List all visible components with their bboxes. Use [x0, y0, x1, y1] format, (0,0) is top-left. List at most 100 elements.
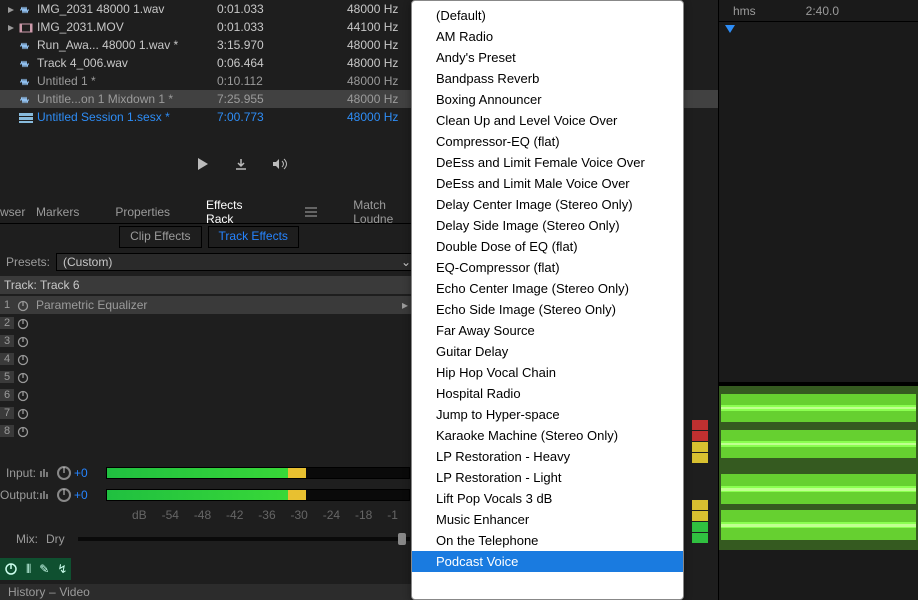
slot-power-button[interactable] [14, 298, 32, 312]
slot-number: 7 [0, 407, 14, 419]
tab-effects-rack[interactable]: Effects Rack [206, 198, 263, 226]
effect-slot[interactable]: 3▸ [0, 332, 418, 350]
preset-menu-item[interactable]: (Default) [412, 5, 683, 26]
preset-menu-item[interactable]: Compressor-EQ (flat) [412, 131, 683, 152]
preset-menu-item[interactable]: EQ-Compressor (flat) [412, 257, 683, 278]
subtab-track-effects[interactable]: Track Effects [208, 226, 299, 248]
file-type-icon [17, 2, 35, 16]
preset-menu-item[interactable]: On the Telephone [412, 530, 683, 551]
export-button[interactable] [234, 156, 250, 172]
effect-slot[interactable]: 2▸ [0, 314, 418, 332]
file-name: Untitle...on 1 Mixdown 1 * [35, 92, 217, 106]
effect-slot[interactable]: 7▸ [0, 404, 418, 422]
slot-power-button[interactable] [14, 352, 32, 366]
preset-menu-item[interactable]: Music Enhancer [412, 509, 683, 530]
preset-menu-item[interactable]: Clean Up and Level Voice Over [412, 110, 683, 131]
preset-menu-item[interactable]: Hospital Radio [412, 383, 683, 404]
input-label: Input: [0, 466, 40, 480]
slot-effect-name[interactable]: Parametric Equalizer [32, 298, 402, 312]
preset-menu-item[interactable]: LP Restoration - Light [412, 467, 683, 488]
mute-button[interactable] [272, 156, 288, 172]
presets-menu-popup[interactable]: (Default)AM RadioAndy's PresetBandpass R… [411, 0, 684, 600]
mix-label: Mix: [16, 532, 46, 546]
slot-power-button[interactable] [14, 316, 32, 330]
effect-slot[interactable]: 1Parametric Equalizer▸ [0, 296, 418, 314]
effect-slot[interactable]: 8▸ [0, 422, 418, 440]
preset-menu-item[interactable]: Echo Center Image (Stereo Only) [412, 278, 683, 299]
panel-menu-icon[interactable] [305, 205, 317, 219]
route-icon[interactable]: ↯ [57, 562, 67, 576]
ruler-tick: -18 [355, 508, 372, 522]
preset-menu-item[interactable]: Andy's Preset [412, 47, 683, 68]
file-name: Untitled Session 1.sesx * [35, 110, 217, 124]
slot-number: 2 [0, 317, 14, 329]
tab-match-loudness[interactable]: Match Loudne [353, 198, 418, 226]
slot-power-button[interactable] [14, 424, 32, 438]
input-gain-value[interactable]: +0 [74, 466, 98, 480]
effect-slot[interactable]: 4▸ [0, 350, 418, 368]
effect-slot[interactable]: 6▸ [0, 386, 418, 404]
slot-power-button[interactable] [14, 334, 32, 348]
ruler-tick: -36 [258, 508, 275, 522]
file-duration: 0:06.464 [217, 56, 347, 70]
playhead-marker[interactable] [725, 22, 735, 36]
effect-slot[interactable]: 5▸ [0, 368, 418, 386]
presets-dropdown[interactable]: (Custom) ⌄ [56, 253, 418, 271]
output-gain-knob[interactable] [56, 487, 74, 503]
slot-power-button[interactable] [14, 370, 32, 384]
bars-icon[interactable]: ⦀ [26, 562, 31, 577]
preset-menu-item[interactable]: Far Away Source [412, 320, 683, 341]
file-type-icon [17, 38, 35, 52]
play-button[interactable] [196, 156, 212, 172]
file-duration: 0:10.112 [217, 74, 347, 88]
slot-number: 4 [0, 353, 14, 365]
subtab-clip-effects[interactable]: Clip Effects [119, 226, 201, 248]
disclosure-triangle[interactable] [4, 2, 17, 16]
slot-power-button[interactable] [14, 388, 32, 402]
preset-menu-item[interactable]: DeEss and Limit Male Voice Over [412, 173, 683, 194]
slot-number: 3 [0, 335, 14, 347]
timeline-clip[interactable] [719, 466, 918, 550]
preset-menu-item[interactable]: LP Restoration - Heavy [412, 446, 683, 467]
timeline-panel[interactable]: hms 2:40.0 [718, 0, 918, 600]
rack-power-button[interactable] [4, 562, 18, 577]
peak-leds-bottom [692, 500, 708, 544]
preset-menu-item[interactable]: Echo Side Image (Stereo Only) [412, 299, 683, 320]
preset-menu-item[interactable]: Podcast Voice [412, 551, 683, 572]
mix-slider[interactable] [78, 537, 410, 541]
tab-markers[interactable]: Markers [36, 205, 79, 219]
timeline-clip[interactable] [719, 386, 918, 468]
output-gain-value[interactable]: +0 [74, 488, 98, 502]
preset-menu-item[interactable]: Karaoke Machine (Stereo Only) [412, 425, 683, 446]
file-name: IMG_2031.MOV [35, 20, 217, 34]
presets-label: Presets: [0, 255, 56, 269]
slider-handle[interactable] [398, 533, 406, 545]
tab-video[interactable]: Video [59, 585, 89, 599]
input-meter-icon [40, 466, 56, 480]
mix-dry-label: Dry [46, 532, 70, 546]
tab-history[interactable]: History [8, 585, 45, 599]
ruler-tick: -54 [162, 508, 179, 522]
file-type-icon [17, 110, 35, 124]
preset-menu-item[interactable]: Hip Hop Vocal Chain [412, 362, 683, 383]
panel-tabs: wser Markers Properties Effects Rack Mat… [0, 200, 418, 224]
timeline-ruler[interactable]: hms 2:40.0 [719, 0, 918, 22]
preset-menu-item[interactable]: Boxing Announcer [412, 89, 683, 110]
disclosure-triangle[interactable] [4, 20, 17, 34]
preset-menu-item[interactable]: Delay Side Image (Stereo Only) [412, 215, 683, 236]
preset-menu-item[interactable]: Lift Pop Vocals 3 dB [412, 488, 683, 509]
tab-properties[interactable]: Properties [115, 205, 170, 219]
file-name: Track 4_006.wav [35, 56, 217, 70]
preset-menu-item[interactable]: Double Dose of EQ (flat) [412, 236, 683, 257]
preset-menu-item[interactable]: AM Radio [412, 26, 683, 47]
edit-icon[interactable]: ✎ [39, 562, 49, 576]
input-gain-knob[interactable] [56, 465, 74, 481]
file-type-icon [17, 74, 35, 88]
preset-menu-item[interactable]: Delay Center Image (Stereo Only) [412, 194, 683, 215]
preset-menu-item[interactable]: DeEss and Limit Female Voice Over [412, 152, 683, 173]
preset-menu-item[interactable]: Bandpass Reverb [412, 68, 683, 89]
slot-power-button[interactable] [14, 406, 32, 420]
effects-toolbar: ⦀ ✎ ↯ [0, 558, 71, 580]
preset-menu-item[interactable]: Jump to Hyper-space [412, 404, 683, 425]
preset-menu-item[interactable]: Guitar Delay [412, 341, 683, 362]
